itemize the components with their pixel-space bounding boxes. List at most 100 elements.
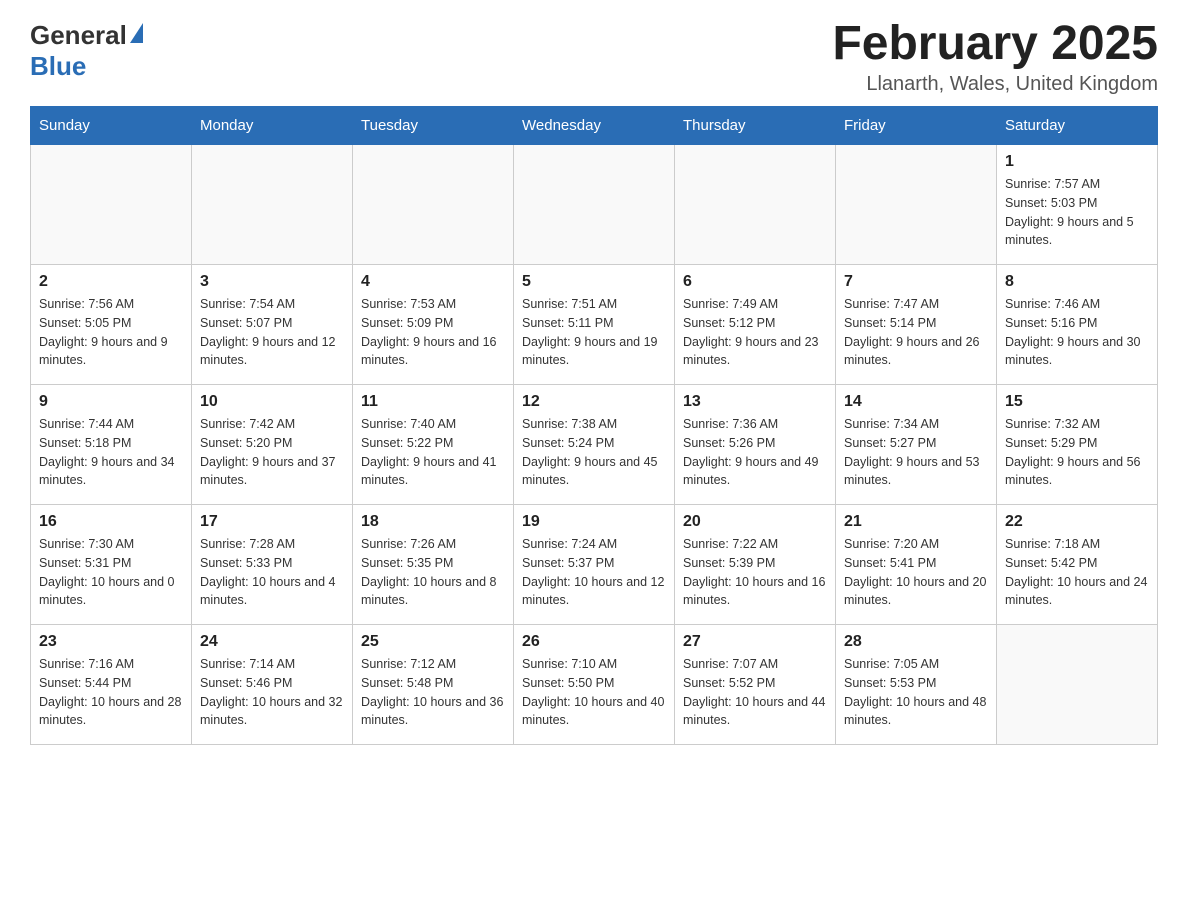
calendar-day-cell: 5 Sunrise: 7:51 AMSunset: 5:11 PMDaylight… (514, 265, 675, 385)
day-number: 5 (522, 273, 666, 291)
header-thursday: Thursday (675, 107, 836, 145)
calendar-day-cell: 14 Sunrise: 7:34 AMSunset: 5:27 PMDayligh… (836, 385, 997, 505)
calendar-day-cell (836, 145, 997, 265)
logo: General Blue (30, 20, 143, 82)
calendar-day-cell: 26 Sunrise: 7:10 AMSunset: 5:50 PMDayligh… (514, 625, 675, 745)
calendar-day-cell: 28 Sunrise: 7:05 AMSunset: 5:53 PMDayligh… (836, 625, 997, 745)
day-number: 12 (522, 393, 666, 411)
day-number: 10 (200, 393, 344, 411)
day-info: Sunrise: 7:49 AMSunset: 5:12 PMDaylight:… (683, 295, 827, 370)
calendar-table: Sunday Monday Tuesday Wednesday Thursday… (30, 106, 1158, 745)
calendar-day-cell: 11 Sunrise: 7:40 AMSunset: 5:22 PMDayligh… (353, 385, 514, 505)
calendar-week-row: 1 Sunrise: 7:57 AMSunset: 5:03 PMDaylight… (31, 145, 1158, 265)
calendar-day-cell: 27Sunrise: 7:07 AMSunset: 5:52 PMDayligh… (675, 625, 836, 745)
day-number: 25 (361, 633, 505, 651)
calendar-week-row: 9 Sunrise: 7:44 AMSunset: 5:18 PMDaylight… (31, 385, 1158, 505)
calendar-header-row: Sunday Monday Tuesday Wednesday Thursday… (31, 107, 1158, 145)
day-number: 2 (39, 273, 183, 291)
day-info: Sunrise: 7:40 AMSunset: 5:22 PMDaylight:… (361, 415, 505, 490)
day-info: Sunrise: 7:20 AMSunset: 5:41 PMDaylight:… (844, 535, 988, 610)
calendar-week-row: 2Sunrise: 7:56 AMSunset: 5:05 PMDaylight… (31, 265, 1158, 385)
day-info: Sunrise: 7:47 AMSunset: 5:14 PMDaylight:… (844, 295, 988, 370)
day-info: Sunrise: 7:51 AMSunset: 5:11 PMDaylight:… (522, 295, 666, 370)
day-number: 13 (683, 393, 827, 411)
calendar-day-cell (675, 145, 836, 265)
calendar-day-cell: 17 Sunrise: 7:28 AMSunset: 5:33 PMDayligh… (192, 505, 353, 625)
logo-general-text: General (30, 20, 127, 51)
calendar-day-cell: 1 Sunrise: 7:57 AMSunset: 5:03 PMDaylight… (997, 145, 1158, 265)
day-info: Sunrise: 7:53 AMSunset: 5:09 PMDaylight:… (361, 295, 505, 370)
calendar-day-cell: 4 Sunrise: 7:53 AMSunset: 5:09 PMDaylight… (353, 265, 514, 385)
calendar-day-cell: 23 Sunrise: 7:16 AMSunset: 5:44 PMDayligh… (31, 625, 192, 745)
day-info: Sunrise: 7:36 AMSunset: 5:26 PMDaylight:… (683, 415, 827, 490)
calendar-day-cell: 6 Sunrise: 7:49 AMSunset: 5:12 PMDaylight… (675, 265, 836, 385)
day-info: Sunrise: 7:07 AMSunset: 5:52 PMDaylight:… (683, 655, 827, 730)
calendar-day-cell: 19Sunrise: 7:24 AMSunset: 5:37 PMDayligh… (514, 505, 675, 625)
header-monday: Monday (192, 107, 353, 145)
day-info: Sunrise: 7:05 AMSunset: 5:53 PMDaylight:… (844, 655, 988, 730)
day-info: Sunrise: 7:46 AMSunset: 5:16 PMDaylight:… (1005, 295, 1149, 370)
day-number: 4 (361, 273, 505, 291)
day-number: 9 (39, 393, 183, 411)
calendar-day-cell (514, 145, 675, 265)
page-header: General Blue February 2025 Llanarth, Wal… (30, 20, 1158, 96)
day-info: Sunrise: 7:14 AMSunset: 5:46 PMDaylight:… (200, 655, 344, 730)
day-number: 6 (683, 273, 827, 291)
calendar-day-cell: 16 Sunrise: 7:30 AMSunset: 5:31 PMDayligh… (31, 505, 192, 625)
day-number: 1 (1005, 153, 1149, 171)
day-number: 11 (361, 393, 505, 411)
day-info: Sunrise: 7:44 AMSunset: 5:18 PMDaylight:… (39, 415, 183, 490)
day-info: Sunrise: 7:10 AMSunset: 5:50 PMDaylight:… (522, 655, 666, 730)
day-number: 3 (200, 273, 344, 291)
header-wednesday: Wednesday (514, 107, 675, 145)
day-number: 23 (39, 633, 183, 651)
header-tuesday: Tuesday (353, 107, 514, 145)
calendar-day-cell: 21 Sunrise: 7:20 AMSunset: 5:41 PMDayligh… (836, 505, 997, 625)
calendar-day-cell: 25 Sunrise: 7:12 AMSunset: 5:48 PMDayligh… (353, 625, 514, 745)
day-info: Sunrise: 7:57 AMSunset: 5:03 PMDaylight:… (1005, 175, 1149, 250)
day-number: 21 (844, 513, 988, 531)
day-number: 8 (1005, 273, 1149, 291)
month-title: February 2025 (832, 20, 1158, 68)
day-number: 28 (844, 633, 988, 651)
day-info: Sunrise: 7:16 AMSunset: 5:44 PMDaylight:… (39, 655, 183, 730)
calendar-day-cell: 22Sunrise: 7:18 AMSunset: 5:42 PMDayligh… (997, 505, 1158, 625)
day-info: Sunrise: 7:42 AMSunset: 5:20 PMDaylight:… (200, 415, 344, 490)
calendar-day-cell (192, 145, 353, 265)
calendar-week-row: 16 Sunrise: 7:30 AMSunset: 5:31 PMDayligh… (31, 505, 1158, 625)
day-info: Sunrise: 7:38 AMSunset: 5:24 PMDaylight:… (522, 415, 666, 490)
day-number: 17 (200, 513, 344, 531)
calendar-day-cell: 15Sunrise: 7:32 AMSunset: 5:29 PMDayligh… (997, 385, 1158, 505)
calendar-day-cell: 24 Sunrise: 7:14 AMSunset: 5:46 PMDayligh… (192, 625, 353, 745)
day-info: Sunrise: 7:30 AMSunset: 5:31 PMDaylight:… (39, 535, 183, 610)
day-info: Sunrise: 7:26 AMSunset: 5:35 PMDaylight:… (361, 535, 505, 610)
calendar-day-cell: 12 Sunrise: 7:38 AMSunset: 5:24 PMDayligh… (514, 385, 675, 505)
header-sunday: Sunday (31, 107, 192, 145)
calendar-day-cell: 2Sunrise: 7:56 AMSunset: 5:05 PMDaylight… (31, 265, 192, 385)
calendar-day-cell: 8 Sunrise: 7:46 AMSunset: 5:16 PMDaylight… (997, 265, 1158, 385)
day-number: 24 (200, 633, 344, 651)
day-number: 20 (683, 513, 827, 531)
logo-blue-text: Blue (30, 51, 86, 82)
day-number: 7 (844, 273, 988, 291)
day-info: Sunrise: 7:34 AMSunset: 5:27 PMDaylight:… (844, 415, 988, 490)
calendar-day-cell: 18 Sunrise: 7:26 AMSunset: 5:35 PMDayligh… (353, 505, 514, 625)
day-number: 26 (522, 633, 666, 651)
day-number: 14 (844, 393, 988, 411)
calendar-day-cell: 10 Sunrise: 7:42 AMSunset: 5:20 PMDayligh… (192, 385, 353, 505)
day-info: Sunrise: 7:12 AMSunset: 5:48 PMDaylight:… (361, 655, 505, 730)
calendar-day-cell: 9 Sunrise: 7:44 AMSunset: 5:18 PMDaylight… (31, 385, 192, 505)
logo-triangle-icon (130, 23, 143, 43)
location-label: Llanarth, Wales, United Kingdom (832, 73, 1158, 96)
calendar-day-cell: 20 Sunrise: 7:22 AMSunset: 5:39 PMDayligh… (675, 505, 836, 625)
calendar-day-cell: 3Sunrise: 7:54 AMSunset: 5:07 PMDaylight… (192, 265, 353, 385)
header-friday: Friday (836, 107, 997, 145)
day-info: Sunrise: 7:28 AMSunset: 5:33 PMDaylight:… (200, 535, 344, 610)
calendar-day-cell (997, 625, 1158, 745)
day-number: 19 (522, 513, 666, 531)
title-section: February 2025 Llanarth, Wales, United Ki… (832, 20, 1158, 96)
day-info: Sunrise: 7:32 AMSunset: 5:29 PMDaylight:… (1005, 415, 1149, 490)
day-number: 16 (39, 513, 183, 531)
day-number: 18 (361, 513, 505, 531)
day-info: Sunrise: 7:22 AMSunset: 5:39 PMDaylight:… (683, 535, 827, 610)
